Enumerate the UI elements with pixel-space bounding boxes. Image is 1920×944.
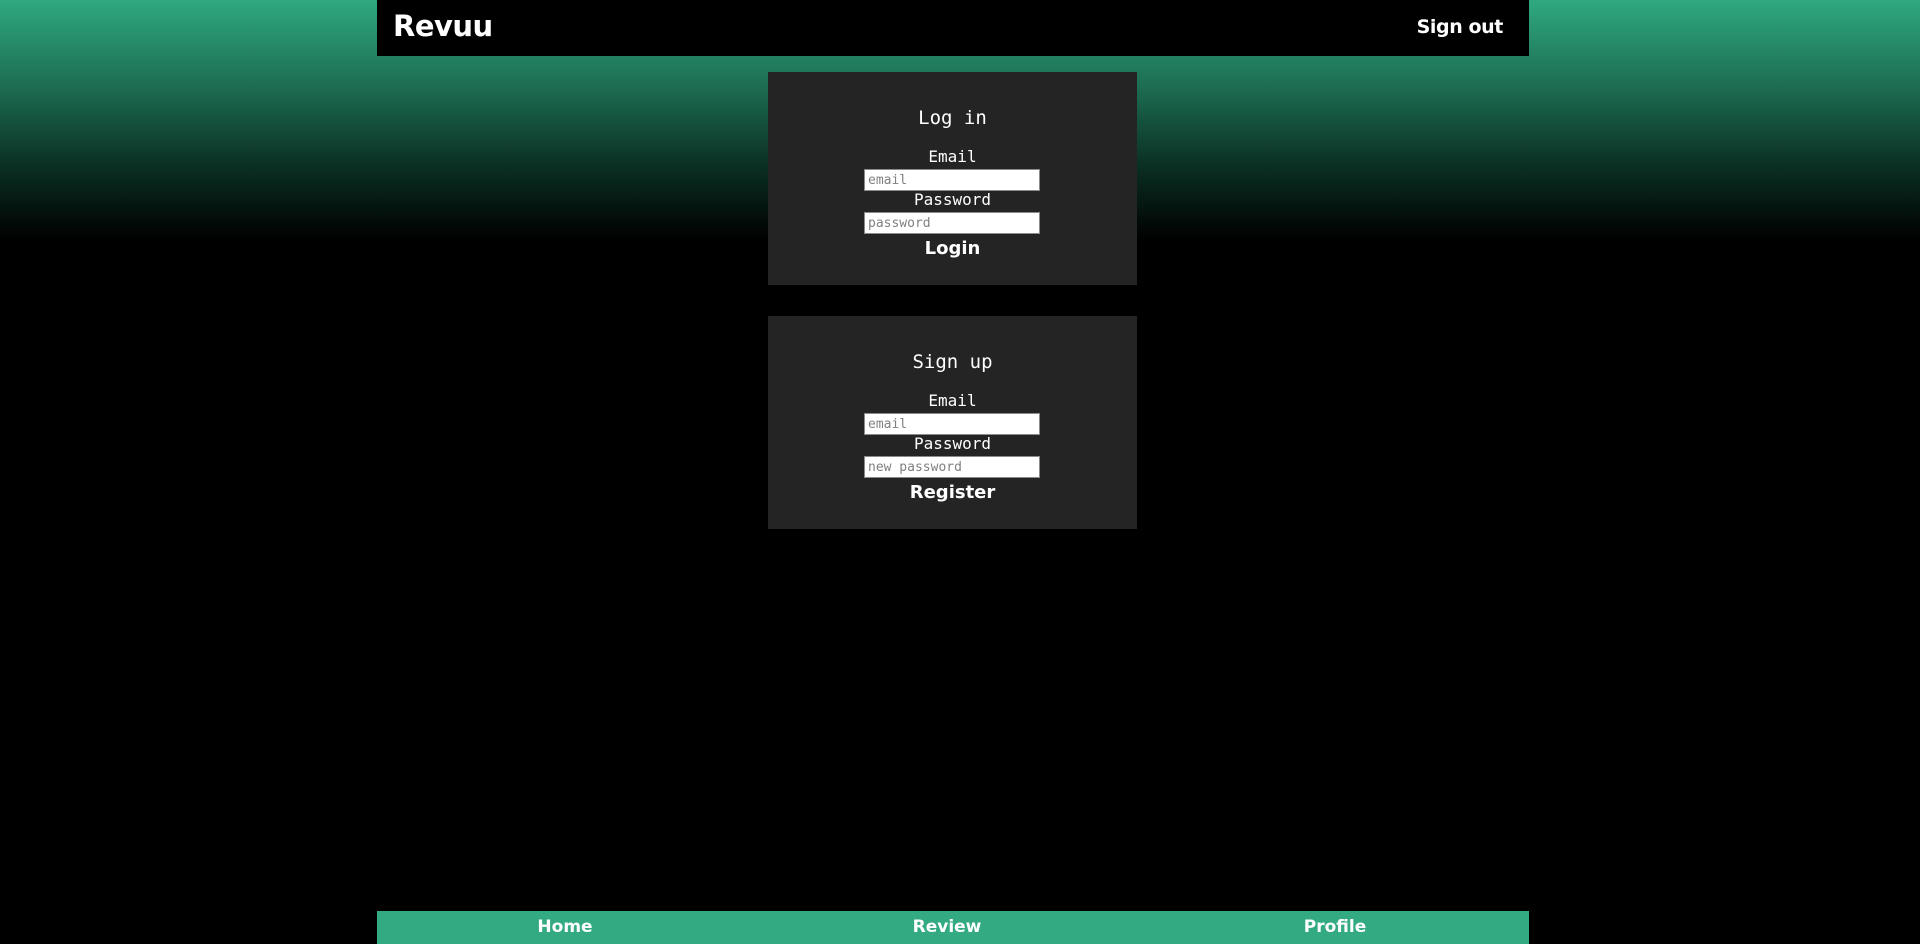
bottom-navbar: Home Review Profile — [377, 911, 1529, 944]
login-password-label: Password — [913, 190, 992, 209]
signup-card: Sign up Email Password Register — [768, 316, 1137, 529]
login-email-input[interactable] — [864, 169, 1040, 191]
login-title: Log in — [918, 107, 987, 129]
signup-title: Sign up — [912, 351, 993, 373]
register-button[interactable]: Register — [910, 482, 996, 503]
brand-logo[interactable]: Revuu — [393, 9, 493, 43]
signup-email-input[interactable] — [864, 413, 1040, 435]
nav-review-link[interactable]: Review — [913, 917, 982, 937]
nav-home-link[interactable]: Home — [537, 917, 592, 937]
signup-password-input[interactable] — [864, 456, 1040, 478]
top-navbar: Revuu Sign out — [377, 0, 1529, 56]
login-card: Log in Email Password Login — [768, 72, 1137, 285]
login-button[interactable]: Login — [925, 238, 981, 259]
login-email-label: Email — [928, 147, 977, 166]
nav-profile-link[interactable]: Profile — [1304, 917, 1366, 937]
signup-email-label: Email — [928, 391, 977, 410]
login-password-input[interactable] — [864, 212, 1040, 234]
sign-out-link[interactable]: Sign out — [1417, 16, 1504, 38]
signup-password-label: Password — [913, 434, 992, 453]
